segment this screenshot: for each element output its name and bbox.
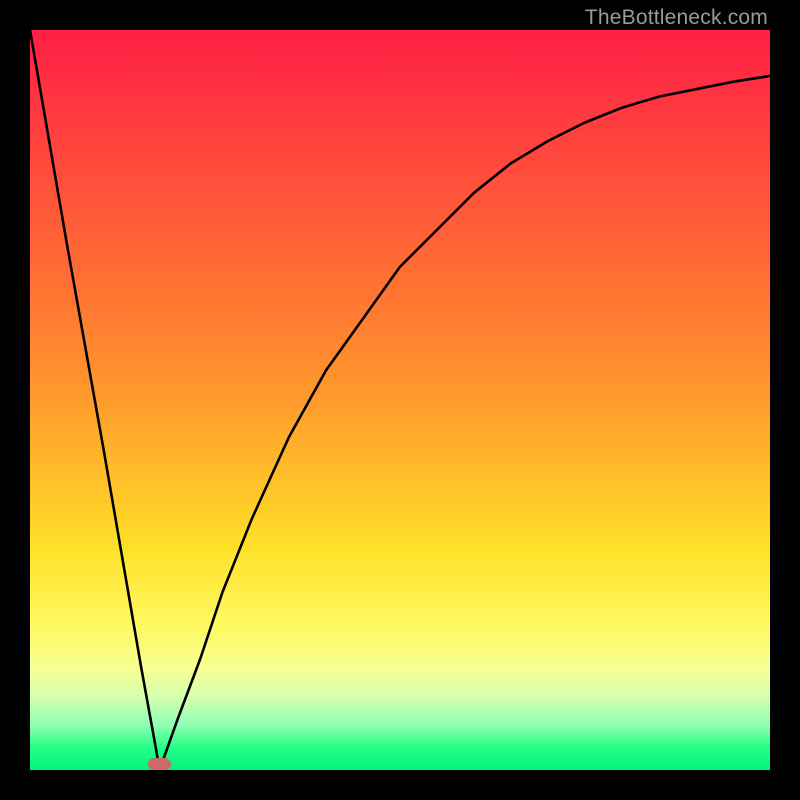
optimal-range-marker [148, 758, 170, 770]
watermark-text: TheBottleneck.com [585, 6, 768, 30]
bottleneck-curve [30, 30, 770, 770]
curve-svg [30, 30, 770, 770]
chart-frame: TheBottleneck.com [0, 0, 800, 800]
plot-area [30, 30, 770, 770]
